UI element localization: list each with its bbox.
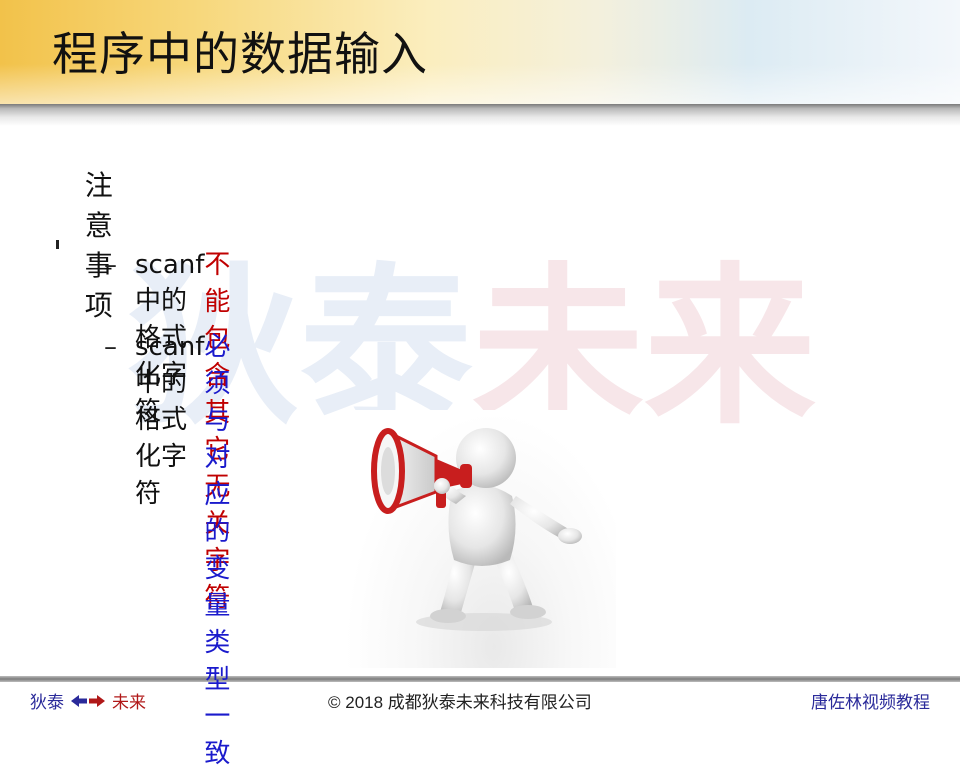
- double-arrow-icon: [70, 694, 106, 708]
- sub-item-2: – scanf 中的格式化字符 必须与对应的变量类型一致: [104, 326, 230, 770]
- title-divider: [0, 104, 960, 126]
- footer-brand-a: 狄泰: [30, 693, 64, 712]
- slide-title: 程序中的数据输入: [52, 27, 428, 81]
- sub-item-2-highlight: 必须与对应的变量类型一致: [204, 332, 231, 769]
- sub-item-2-prefix: scanf 中的格式化字符: [135, 332, 205, 509]
- dash-icon: –: [104, 250, 117, 280]
- square-bullet-icon: [56, 239, 59, 249]
- footer-copyright: © 2018 成都狄泰未来科技有限公司: [328, 693, 592, 712]
- person-with-megaphone-icon: [371, 428, 582, 631]
- dash-icon: –: [104, 332, 117, 362]
- footer-course: 唐佐林视频教程: [811, 693, 930, 712]
